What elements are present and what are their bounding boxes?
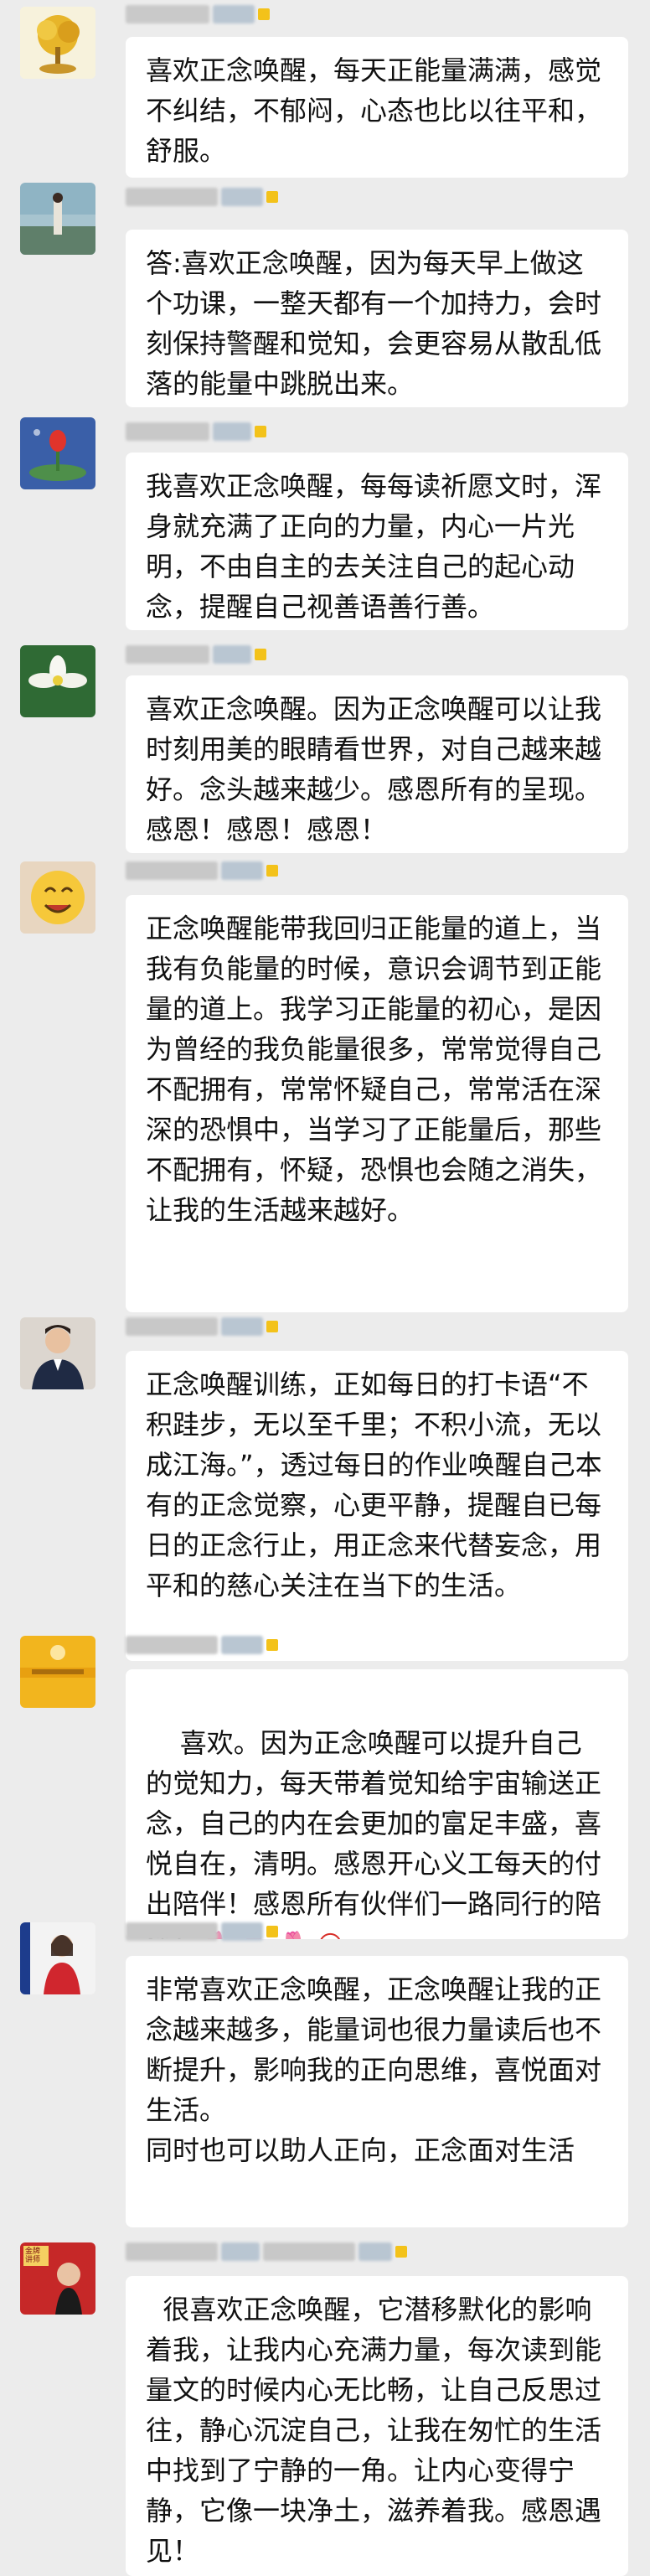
white-flower-avatar[interactable] bbox=[20, 645, 95, 717]
blurred-nickname bbox=[126, 858, 318, 883]
blurred-nickname bbox=[126, 1314, 318, 1339]
message-bubble: 喜欢正念唤醒，每天正能量满满，感觉不纠结，不郁闷，心态也比以往平和，舒服。 bbox=[126, 37, 628, 178]
smiley-avatar[interactable] bbox=[20, 861, 95, 934]
blurred-nickname bbox=[126, 642, 318, 667]
blurred-nickname bbox=[126, 1632, 318, 1658]
blurred-nickname bbox=[126, 2239, 477, 2264]
blurred-nickname bbox=[126, 1919, 318, 1944]
message-bubble: 喜欢正念唤醒。因为正念唤醒可以让我时刻用美的眼睛看世界，对自己越来越好。念头越来… bbox=[126, 675, 628, 853]
message-bubble: 喜欢。因为正念唤醒可以提升自己的觉知力，每天带着觉知给宇宙输送正念，自己的内在会… bbox=[126, 1669, 628, 1939]
tulip-lotus-avatar[interactable] bbox=[20, 417, 95, 489]
red-banner-avatar[interactable]: 金牌 讲师 bbox=[20, 2242, 95, 2315]
message-bubble: 正念唤醒能带我回归正能量的道上，当我有负能量的时候，意识会调节到正能量的道上。我… bbox=[126, 895, 628, 1312]
message-bubble: 答:喜欢正念唤醒，因为每天早上做这个功课，一整天都有一个加持力，会时刻保持警醒和… bbox=[126, 230, 628, 407]
message-bubble: 正念唤醒训练，正如每日的打卡语“不积跬步，无以至千里；不积小流，无以成江海。”，… bbox=[126, 1351, 628, 1661]
avatar-label: 金牌 讲师 bbox=[25, 2248, 41, 2264]
gold-tree-avatar[interactable] bbox=[20, 7, 95, 79]
message-bubble: 很喜欢正念唤醒，它潜移默化的影响着我，让我内心充满力量，每次读到能量文的时候内心… bbox=[126, 2276, 628, 2576]
message-bubble: 非常喜欢正念唤醒，正念唤醒让我的正念越来越多，能量词也很力量读后也不断提升，影响… bbox=[126, 1956, 628, 2227]
lakeside-woman-avatar[interactable] bbox=[20, 183, 95, 255]
woman-red-dress-avatar[interactable] bbox=[20, 1922, 95, 1994]
message-text: 喜欢。因为正念唤醒可以提升自己的觉知力，每天带着觉知给宇宙输送正念，自己的内在会… bbox=[146, 1727, 602, 1939]
blurred-nickname bbox=[126, 419, 318, 444]
blurred-nickname bbox=[126, 2, 318, 27]
message-bubble: 我喜欢正念唤醒，每每读祈愿文时，浑身就充满了正向的力量，内心一片光明，不由自主的… bbox=[126, 453, 628, 630]
blurred-nickname bbox=[126, 184, 318, 209]
man-in-suit-avatar[interactable] bbox=[20, 1317, 95, 1389]
golden-poster-avatar[interactable] bbox=[20, 1636, 95, 1708]
